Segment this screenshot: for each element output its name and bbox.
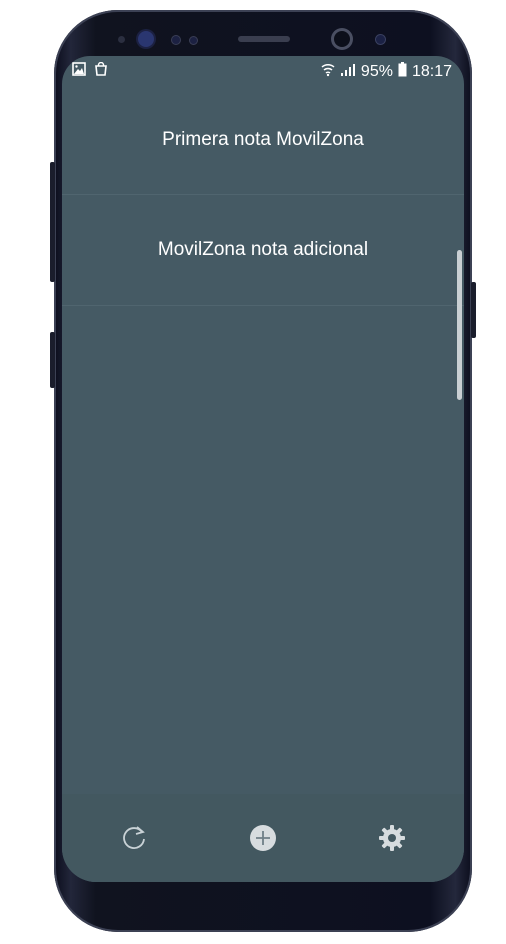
note-list: Primera nota MovilZona MovilZona nota ad… xyxy=(62,86,464,306)
clock: 18:17 xyxy=(411,63,452,80)
settings-icon xyxy=(377,823,407,857)
refresh-button[interactable] xyxy=(114,820,154,860)
iris-led xyxy=(376,35,385,44)
bottom-toolbar xyxy=(62,794,464,882)
wifi-icon xyxy=(321,62,335,82)
status-bar: 95% 18:17 xyxy=(62,56,464,86)
refresh-icon xyxy=(119,823,149,857)
image-icon xyxy=(72,62,86,80)
add-icon xyxy=(248,823,278,857)
app-screen: 95% 18:17 Primera nota MovilZona MovilZo… xyxy=(62,56,464,882)
bixby-button xyxy=(50,162,55,282)
proximity-sensor xyxy=(118,36,125,43)
shopping-bag-icon xyxy=(94,61,108,80)
settings-button[interactable] xyxy=(372,820,412,860)
add-note-button[interactable] xyxy=(243,820,283,860)
scrollbar[interactable] xyxy=(457,250,462,400)
earpiece-speaker xyxy=(238,36,290,42)
volume-button xyxy=(50,332,55,388)
battery-icon xyxy=(398,62,407,82)
iris-scanner xyxy=(138,31,154,47)
power-button xyxy=(471,282,476,338)
sensor-dot xyxy=(190,37,197,44)
list-item[interactable]: Primera nota MovilZona xyxy=(62,86,464,195)
light-sensor xyxy=(172,36,180,44)
signal-icon xyxy=(340,63,356,82)
note-title: Primera nota MovilZona xyxy=(162,129,364,150)
note-title: MovilZona nota adicional xyxy=(157,239,369,260)
battery-percent: 95% xyxy=(360,63,393,80)
list-item[interactable]: MovilZona nota adicional xyxy=(62,195,464,306)
front-camera xyxy=(334,31,350,47)
